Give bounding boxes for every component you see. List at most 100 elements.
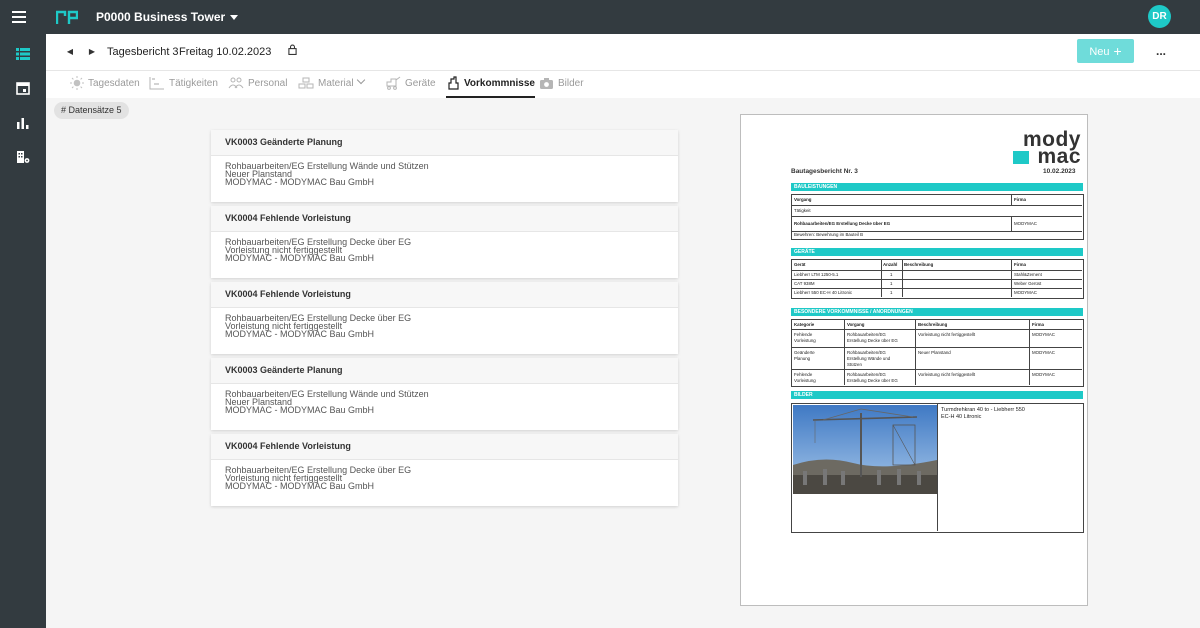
next-report-button[interactable]: ▶	[86, 46, 98, 58]
section-header: BAULEISTUNGEN	[791, 183, 1083, 191]
vork-kategorie: Fehlende	[794, 372, 813, 377]
vork-beschreibung: Neuer Planstand	[918, 350, 951, 355]
vork-kategorie: Planung	[794, 356, 811, 361]
incident-company: MODYMAC - MODYMAC Bau GmbH	[225, 481, 375, 491]
vork-vorgang: Stützen	[847, 362, 862, 367]
report-preview[interactable]: mody mac Bautagesbericht Nr. 3 10.02.202…	[740, 114, 1088, 606]
vork-beschreibung: Vorleistung nicht fertiggestellt	[918, 332, 976, 337]
col-firma: Firma	[1014, 262, 1026, 267]
vork-vorgang: Erstellung Decke über EG	[847, 378, 898, 383]
chart-icon[interactable]	[16, 116, 30, 130]
incident-company: MODYMAC - MODYMAC Bau GmbH	[225, 329, 375, 339]
calendar-icon[interactable]	[16, 81, 30, 95]
incident-company: MODYMAC - MODYMAC Bau GmbH	[225, 253, 375, 263]
incident-card[interactable]: VK0004 Fehlende Vorleistung Rohbauarbeit…	[211, 206, 678, 278]
lock-icon	[288, 44, 297, 55]
previous-report-button[interactable]: ◀	[64, 46, 76, 58]
bau-vorgang: Rohbauarbeiten/EG Erstellung Decke über …	[794, 221, 891, 226]
sun-icon	[70, 76, 84, 91]
col-vorgang: Vorgang	[847, 322, 865, 327]
activity-icon	[149, 77, 164, 90]
tab-label: Tagesdaten	[88, 78, 140, 89]
geraet-name: Liebherr 550 EC-H 40 Litronic	[794, 290, 853, 295]
bau-firma: MODYMAC	[1014, 221, 1037, 226]
plus-icon: +	[1113, 43, 1122, 59]
taetigkeit-label: Tätigkeit	[794, 208, 811, 213]
geraet-anzahl: 1	[890, 290, 893, 295]
incident-title: VK0003 Geänderte Planung	[211, 358, 678, 384]
chevron-down-icon	[230, 15, 239, 21]
photo-caption: EC-H 40 Litronic	[941, 414, 982, 420]
col-kategorie: Kategorie	[794, 322, 815, 327]
incident-icon	[448, 76, 459, 90]
tab-label: Tätigkeiten	[169, 78, 218, 89]
col-vorgang: Vorgang	[794, 197, 812, 202]
incident-title: VK0004 Fehlende Vorleistung	[211, 206, 678, 232]
project-title: P0000 Business Tower	[96, 10, 226, 24]
geraet-firma: Stahl&Zement	[1014, 272, 1042, 277]
section-header: BESONDERE VORKOMMNISSE / ANORDNUNGEN	[791, 308, 1083, 316]
col-anzahl: Anzahl	[883, 262, 898, 267]
tab-tagesdaten[interactable]: Tagesdaten	[70, 71, 140, 96]
menu-icon[interactable]	[12, 11, 26, 23]
geraet-firma: Weber Gerüst	[1014, 281, 1042, 286]
doc-date: 10.02.2023	[1043, 168, 1076, 175]
top-bar: P0000 Business Tower DR	[0, 0, 1200, 34]
incident-title: VK0004 Fehlende Vorleistung	[211, 434, 678, 460]
section-header: BILDER	[791, 391, 1083, 399]
tab-bilder[interactable]: Bilder	[539, 71, 584, 96]
incident-title: VK0004 Fehlende Vorleistung	[211, 282, 678, 308]
col-beschreibung: Beschreibung	[904, 262, 934, 267]
tab-personal[interactable]: Personal	[228, 71, 287, 96]
bau-note: Bewehren: Bewehrung im Bauteil B	[794, 232, 864, 237]
people-icon	[228, 77, 244, 89]
geraet-name: Liebherr LTM 1250-5.1	[794, 272, 839, 277]
modymac-logo: mody mac	[1011, 129, 1081, 171]
vork-kategorie: Geänderte	[794, 350, 815, 355]
new-button[interactable]: Neu +	[1077, 39, 1134, 63]
project-selector[interactable]: P0000 Business Tower	[96, 10, 239, 24]
machine-icon	[386, 76, 401, 91]
col-beschreibung: Beschreibung	[918, 322, 948, 327]
logo-text-bottom: mac	[1037, 145, 1081, 168]
rp-logo	[56, 10, 78, 24]
tab-material[interactable]: Material	[298, 71, 365, 96]
geraet-anzahl: 1	[890, 272, 893, 277]
incident-title: VK0003 Geänderte Planung	[211, 130, 678, 156]
tab-geraete[interactable]: Geräte	[385, 71, 436, 96]
tab-taetigkeiten[interactable]: Tätigkeiten	[149, 71, 218, 96]
sidebar	[0, 34, 46, 628]
record-count-chip[interactable]: # Datensätze 5	[54, 102, 129, 119]
incident-card[interactable]: VK0003 Geänderte Planung Rohbauarbeiten/…	[211, 358, 678, 430]
vork-vorgang: Rohbauarbeiten/EG	[847, 372, 886, 377]
vork-firma: MODYMAC	[1032, 372, 1055, 377]
vork-firma: MODYMAC	[1032, 350, 1055, 355]
camera-icon	[540, 77, 553, 89]
incident-card[interactable]: VK0004 Fehlende Vorleistung Rohbauarbeit…	[211, 282, 678, 354]
tab-bar: Tagesdaten Tätigkeiten Personal Material…	[46, 71, 1200, 98]
more-options-button[interactable]: ...	[1156, 44, 1166, 58]
vork-kategorie: Fehlende	[794, 332, 813, 337]
tab-vorkommnisse[interactable]: Vorkommnisse	[446, 71, 535, 98]
tab-label: Geräte	[405, 78, 436, 89]
chevron-down-icon	[356, 75, 365, 85]
col-geraet: Gerät	[794, 262, 806, 267]
avatar[interactable]: DR	[1148, 5, 1171, 28]
report-header: ◀ ▶ Tagesbericht 3 Freitag 10.02.2023 Ne…	[46, 34, 1200, 71]
vork-beschreibung: Vorleistung nicht fertiggestellt	[918, 372, 976, 377]
crane-photo	[793, 405, 937, 494]
building-settings-icon[interactable]	[16, 150, 30, 164]
tab-label: Personal	[248, 78, 288, 89]
incident-company: MODYMAC - MODYMAC Bau GmbH	[225, 177, 375, 187]
incident-card[interactable]: VK0003 Geänderte Planung Rohbauarbeiten/…	[211, 130, 678, 202]
section-header: GERÄTE	[791, 248, 1083, 256]
tab-label: Bilder	[558, 78, 584, 89]
list-icon[interactable]	[16, 47, 30, 61]
incident-card[interactable]: VK0004 Fehlende Vorleistung Rohbauarbeit…	[211, 434, 678, 506]
material-icon	[298, 77, 314, 89]
vork-kategorie: Vorleistung	[794, 338, 816, 343]
incident-company: MODYMAC - MODYMAC Bau GmbH	[225, 405, 375, 415]
vork-kategorie: Vorleistung	[794, 378, 816, 383]
vork-vorgang: Erstellung Decke über EG	[847, 338, 898, 343]
vork-vorgang: Rohbauarbeiten/EG	[847, 350, 886, 355]
